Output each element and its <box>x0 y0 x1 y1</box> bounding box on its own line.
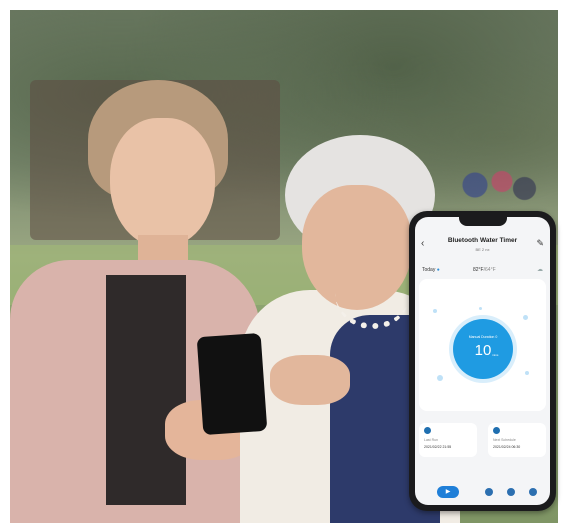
older-woman-face <box>302 185 412 310</box>
duration-dial[interactable]: Manual Duration 0 10 mins <box>453 319 513 379</box>
decor-dot <box>479 307 482 310</box>
dial-unit: mins <box>492 353 499 357</box>
dial-value: 10 <box>474 342 492 359</box>
decor-dot <box>433 309 437 313</box>
play-icon[interactable]: ▶ <box>437 486 459 498</box>
weather-row: Today ● 82°F/64°F ☁ <box>415 265 550 277</box>
dial-label: Manual Duration 0 <box>468 335 498 339</box>
edit-icon[interactable]: ✎ <box>536 238 544 249</box>
decor-dot <box>437 375 443 381</box>
phone-notch <box>459 217 507 226</box>
last-run-value: 2021/02/22 21:55 <box>424 445 452 449</box>
today-label: Today ● <box>422 267 440 273</box>
timer-icon[interactable] <box>507 488 515 496</box>
dark-top <box>106 275 186 505</box>
phone-screen: ‹ Bluetooth Water Timer BE 2 nx ✎ Today … <box>415 217 550 505</box>
phone-mockup: ‹ Bluetooth Water Timer BE 2 nx ✎ Today … <box>409 211 556 511</box>
settings-icon[interactable] <box>529 488 537 496</box>
held-smartphone <box>196 332 268 436</box>
young-woman-face <box>110 118 215 248</box>
tab-bar: ▶ <box>419 483 546 501</box>
distant-people <box>448 150 538 220</box>
last-run-label: Last Run <box>424 438 439 442</box>
last-run-card: Last Run 2021/02/22 21:55 <box>419 423 477 457</box>
duration-card: Manual Duration 0 10 mins <box>419 279 546 411</box>
decor-dot <box>523 315 528 320</box>
app-subtitle: BE 2 nx <box>475 247 490 252</box>
next-schedule-card: Next Schedule 2021/02/24 06:30 <box>488 423 546 457</box>
older-woman-hand <box>270 355 350 405</box>
clock-icon <box>424 427 431 434</box>
next-schedule-label: Next Schedule <box>493 438 516 442</box>
decor-dot <box>525 371 529 375</box>
cloud-icon: ☁ <box>537 267 543 273</box>
app-header: ‹ Bluetooth Water Timer BE 2 nx ✎ <box>415 231 550 263</box>
calendar-small-icon <box>493 427 500 434</box>
app-title: Bluetooth Water Timer <box>447 237 518 244</box>
today-text: Today <box>422 267 436 273</box>
temperature-alt: /64°F <box>483 267 496 273</box>
temperature: 82°F/64°F <box>473 267 496 273</box>
water-drop-icon: ● <box>436 267 440 273</box>
calendar-icon[interactable] <box>485 488 493 496</box>
next-schedule-value: 2021/02/24 06:30 <box>493 445 521 449</box>
temperature-value: 82°F <box>473 267 484 273</box>
